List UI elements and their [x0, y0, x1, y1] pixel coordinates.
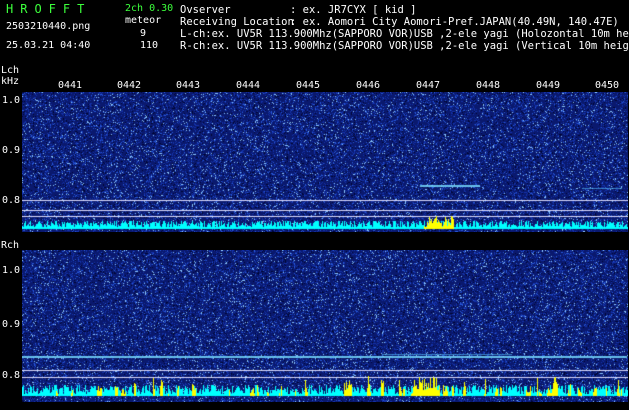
lch-y-tick-0-8: 0.8	[2, 195, 21, 206]
hrofft-window: HROFFT 2ch 0.30 2503210440.png meteor 9 …	[0, 0, 629, 410]
app-logo: HROFFT	[6, 2, 92, 16]
observer-label: Ovserver	[180, 4, 231, 16]
observer-value: : ex. JR7CYX [ kid ]	[290, 4, 417, 16]
lch-spectrogram	[22, 92, 628, 232]
rch-y-tick-0-9: 0.9	[2, 319, 21, 330]
mode-label: 2ch 0.30	[125, 3, 174, 14]
time-label: 0447	[416, 80, 441, 91]
rch-receiver-info: R-ch:ex. UV5R 113.900Mhz(SAPPORO VOR)USB…	[180, 40, 629, 52]
time-label: 0444	[236, 80, 261, 91]
lch-unit-label: kHz	[1, 76, 20, 87]
file-name: 2503210440.png	[6, 21, 91, 32]
lch-y-tick-0-9: 0.9	[2, 145, 21, 156]
time-label: 0442	[117, 80, 142, 91]
lch-y-tick-1-0: 1.0	[2, 95, 21, 106]
lch-channel-label: Lch	[1, 65, 20, 76]
lch-receiver-info: L-ch:ex. UV5R 113.900Mhz(SAPPORO VOR)USB…	[180, 28, 629, 40]
time-label: 0446	[356, 80, 381, 91]
time-label: 0449	[536, 80, 561, 91]
rch-y-tick-1-0: 1.0	[2, 265, 21, 276]
time-label: 0441	[58, 80, 83, 91]
rch-y-tick-0-8: 0.8	[2, 370, 21, 381]
time-label: 0445	[296, 80, 321, 91]
location-value: : ex. Aomori City Aomori-Pref.JAPAN(40.4…	[290, 16, 619, 28]
time-label: 0443	[176, 80, 201, 91]
location-label: Receiving Location	[180, 16, 294, 28]
rch-spectrogram	[22, 250, 628, 402]
meteor-lch-count: 9	[140, 28, 147, 39]
date-time: 25.03.21 04:40	[6, 40, 91, 51]
rch-channel-label: Rch	[1, 240, 20, 251]
time-label: 0450	[595, 80, 620, 91]
meteor-rch-count: 110	[140, 40, 159, 51]
time-label: 0448	[476, 80, 501, 91]
meteor-label: meteor	[125, 15, 162, 26]
